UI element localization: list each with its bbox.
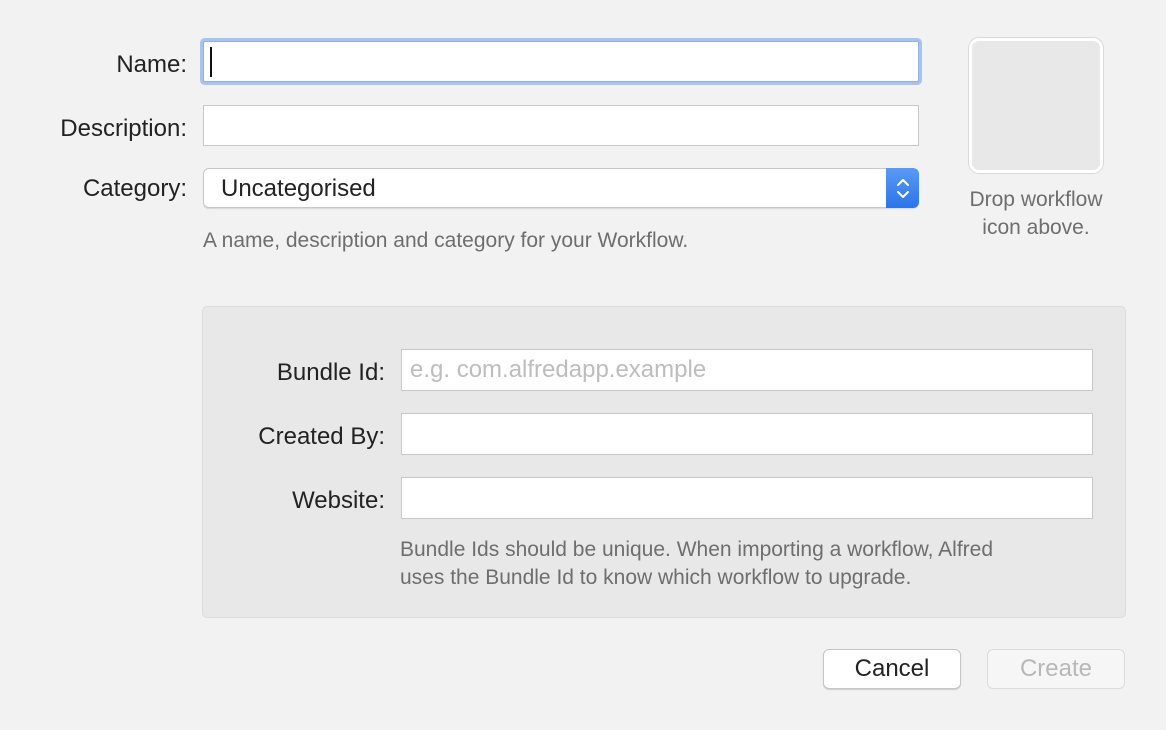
website-input[interactable] — [401, 477, 1093, 519]
icon-dropzone-hint: Drop workflow icon above. — [945, 186, 1127, 242]
workflow-icon-dropzone[interactable] — [969, 38, 1103, 173]
create-button[interactable]: Create — [987, 649, 1125, 689]
created-by-label: Created By: — [258, 423, 385, 450]
website-label: Website: — [292, 487, 385, 514]
cancel-button[interactable]: Cancel — [823, 649, 961, 689]
bundle-id-hint-line1: Bundle Ids should be unique. When import… — [400, 538, 994, 561]
name-input[interactable] — [203, 41, 919, 82]
icon-hint-line1: Drop workflow — [969, 188, 1103, 211]
general-hint: A name, description and category for you… — [203, 229, 689, 252]
category-selected-value: Uncategorised — [221, 175, 376, 202]
description-label: Description: — [60, 115, 187, 142]
bundle-id-hint-line2: uses the Bundle Id to know which workflo… — [400, 566, 912, 589]
icon-hint-line2: icon above. — [982, 216, 1090, 239]
text-caret — [210, 47, 212, 77]
category-label: Category: — [82, 175, 187, 202]
bundle-id-label: Bundle Id: — [276, 359, 385, 386]
chevron-up-down-icon — [886, 168, 919, 208]
bundle-id-hint: Bundle Ids should be unique. When import… — [400, 536, 993, 592]
created-by-input[interactable] — [401, 413, 1093, 455]
category-select[interactable]: Uncategorised — [203, 168, 919, 208]
description-input[interactable] — [203, 105, 919, 146]
bundle-id-input[interactable] — [401, 349, 1093, 391]
name-label: Name: — [116, 51, 187, 78]
